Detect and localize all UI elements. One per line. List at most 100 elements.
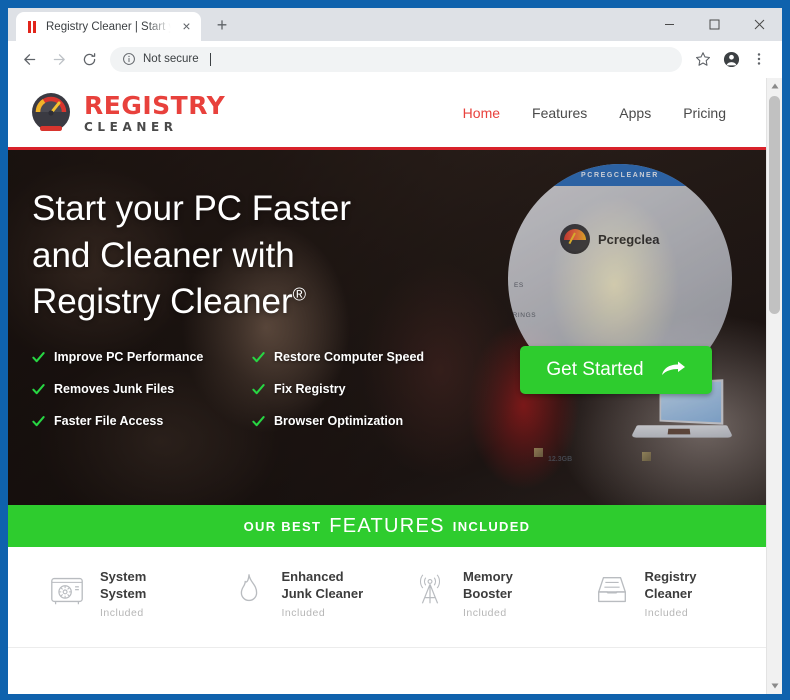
nav-item-apps[interactable]: Apps <box>619 105 651 121</box>
feature-card[interactable]: Enhanced Junk Cleaner Included <box>206 569 388 619</box>
check-icon <box>32 351 45 364</box>
feature-card-title: Registry Cleaner <box>644 569 697 601</box>
mockup-title-band: PCREGCLEANER <box>508 164 732 186</box>
check-icon <box>252 415 265 428</box>
minimize-button[interactable] <box>647 8 692 41</box>
hero-feature-label: Fix Registry <box>274 382 346 396</box>
hero-feature-item: Browser Optimization <box>252 414 462 428</box>
headline-line-1: Start your PC Faster <box>32 189 351 228</box>
site-header: REGISTRY CLEANER Home Features Apps Pric… <box>8 78 766 150</box>
profile-avatar-icon[interactable] <box>717 45 745 73</box>
feature-card[interactable]: System System Included <box>24 569 206 619</box>
page-viewport: REGISTRY CLEANER Home Features Apps Pric… <box>8 78 782 694</box>
mockup-size-label: 12.3GB <box>548 456 573 463</box>
headline-line-2: and Cleaner with <box>32 235 295 275</box>
site-logo[interactable]: REGISTRY CLEANER <box>28 90 225 136</box>
banner-suffix: INCLUDED <box>452 518 531 534</box>
site-navigation: Home Features Apps Pricing <box>463 105 748 121</box>
feature-card-text: System System Included <box>100 569 146 619</box>
get-started-label: Get Started <box>546 359 644 380</box>
headline-trademark: ® <box>292 284 307 305</box>
hero-feature-item: Fix Registry <box>252 382 462 396</box>
file-drawer-icon <box>593 571 631 609</box>
close-button[interactable] <box>737 8 782 41</box>
new-tab-button[interactable]: + <box>208 12 236 40</box>
feature-card-subtitle: Included <box>644 607 689 620</box>
web-page: REGISTRY CLEANER Home Features Apps Pric… <box>8 78 766 694</box>
info-circle-icon[interactable] <box>122 52 136 66</box>
check-icon <box>252 383 265 396</box>
hero-feature-item: Faster File Access <box>32 414 242 428</box>
flame-icon <box>230 571 268 609</box>
security-status-text: Not secure <box>143 53 199 65</box>
browser-tab-strip: Registry Cleaner | Start your PC f × + <box>8 8 782 41</box>
address-bar-caret <box>209 52 211 66</box>
feature-card-subtitle: Included <box>463 607 507 620</box>
check-icon <box>32 415 45 428</box>
system-unit-icon <box>48 571 86 609</box>
get-started-button[interactable]: Get Started <box>520 346 712 394</box>
mockup-chip-right <box>642 452 651 461</box>
hero-feature-label: Restore Computer Speed <box>274 350 425 364</box>
hero-feature-label: Removes Junk Files <box>54 382 175 396</box>
hero-content: Start your PC Faster and Cleaner with Regi… <box>32 186 742 326</box>
feature-card-subtitle: Included <box>100 607 144 620</box>
feature-card-text: Enhanced Junk Cleaner Included <box>282 569 364 619</box>
browser-window: Registry Cleaner | Start your PC f × + <box>8 8 782 694</box>
feature-card-text: Registry Cleaner Included <box>645 569 697 619</box>
hero-section: PCREGCLEANER Pcregclea ES TRINGS AN 12.3… <box>8 150 766 505</box>
speedometer-gauge-icon <box>28 90 74 136</box>
back-button[interactable] <box>14 44 44 74</box>
mockup-chip-left <box>534 448 543 457</box>
mockup-band-text: PCREGCLEANER <box>581 171 659 179</box>
star-icon[interactable] <box>689 45 717 73</box>
logo-wordmark: REGISTRY CLEANER <box>84 93 225 133</box>
hero-feature-label: Improve PC Performance <box>54 350 204 364</box>
logo-secondary-text: CLEANER <box>84 119 178 134</box>
scroll-up-arrow-icon[interactable] <box>767 78 782 94</box>
banner-prefix: OUR BEST <box>243 518 322 534</box>
registry-cleaner-favicon-icon <box>25 20 39 34</box>
window-controls <box>647 8 782 41</box>
browser-tab[interactable]: Registry Cleaner | Start your PC f × <box>16 12 201 41</box>
tab-close-icon[interactable]: × <box>179 19 194 34</box>
hero-feature-label: Faster File Access <box>54 414 164 428</box>
tab-title: Registry Cleaner | Start your PC f <box>46 20 172 33</box>
nav-item-home[interactable]: Home <box>463 105 500 121</box>
nav-item-features[interactable]: Features <box>532 105 587 121</box>
arrow-right-icon <box>660 361 686 379</box>
hero-feature-list: Improve PC Performance Restore Computer … <box>32 350 462 428</box>
check-icon <box>32 383 45 396</box>
browser-toolbar: Not secure <box>8 41 782 78</box>
reload-button[interactable] <box>74 44 104 74</box>
feature-card-title: Enhanced Junk Cleaner <box>281 569 364 601</box>
next-section: Improve Your Computer Experience <box>8 648 766 694</box>
feature-card[interactable]: Memory Booster Included <box>387 569 569 619</box>
page-scrollbar[interactable] <box>766 78 782 694</box>
maximize-button[interactable] <box>692 8 737 41</box>
feature-card-title: System System <box>100 569 147 601</box>
feature-card-title: Memory Booster <box>463 569 513 601</box>
hero-feature-label: Browser Optimization <box>274 414 404 428</box>
features-banner: OUR BEST FEATURES INCLUDED <box>8 505 766 547</box>
forward-button[interactable] <box>44 44 74 74</box>
nav-item-pricing[interactable]: Pricing <box>683 105 726 121</box>
hero-headline: Start your PC Faster and Cleaner with Regi… <box>32 186 492 326</box>
feature-cards-row: System System Included Enhanced Junk Cle… <box>8 547 766 619</box>
scroll-down-arrow-icon[interactable] <box>767 678 782 694</box>
address-bar[interactable]: Not secure <box>110 46 682 72</box>
scrollbar-thumb[interactable] <box>769 96 780 314</box>
mockup-line-3: AN <box>512 340 523 347</box>
banner-emphasis: FEATURES <box>329 514 445 537</box>
hero-feature-item: Improve PC Performance <box>32 350 242 364</box>
feature-card-text: Memory Booster Included <box>463 569 513 619</box>
hero-feature-item: Restore Computer Speed <box>252 350 462 364</box>
headline-line-3: Registry Cleaner <box>32 282 293 322</box>
feature-card-subtitle: Included <box>281 607 326 620</box>
os-window-frame: Registry Cleaner | Start your PC f × + <box>0 0 790 700</box>
three-dot-menu-icon[interactable] <box>745 45 773 73</box>
hero-feature-item: Removes Junk Files <box>32 382 242 396</box>
check-icon <box>252 351 265 364</box>
feature-card[interactable]: Registry Cleaner Included <box>569 569 751 619</box>
antenna-broadcast-icon <box>411 571 449 609</box>
